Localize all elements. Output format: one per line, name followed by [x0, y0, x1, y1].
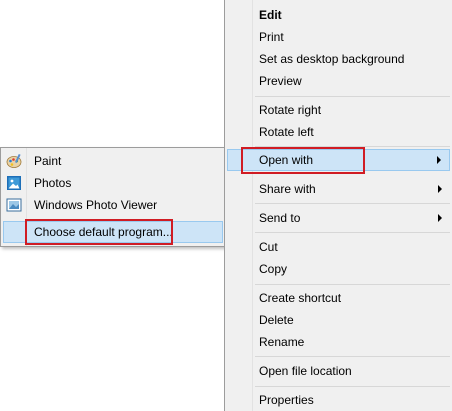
- menu-item-copy-label: Copy: [259, 262, 288, 276]
- submenu-arrow-icon: [437, 156, 441, 164]
- menu-item-copy[interactable]: Copy: [227, 258, 450, 280]
- menu-item-rotate-right[interactable]: Rotate right: [227, 99, 450, 121]
- menu-item-send-to[interactable]: Send to: [227, 207, 450, 229]
- paint-palette-icon: [6, 153, 22, 169]
- menu-item-open-file-location-label: Open file location: [259, 364, 352, 378]
- menu-separator: [255, 96, 450, 97]
- menu-separator: [255, 232, 450, 233]
- submenu-item-windows-photo-viewer[interactable]: Windows Photo Viewer: [3, 194, 223, 216]
- submenu-item-photos[interactable]: Photos: [3, 172, 223, 194]
- submenu-item-paint[interactable]: Paint: [3, 150, 223, 172]
- menu-item-share-with[interactable]: Share with: [227, 178, 450, 200]
- menu-separator: [255, 386, 450, 387]
- menu-item-rename-label: Rename: [259, 335, 305, 349]
- menu-item-delete-label: Delete: [259, 313, 294, 327]
- menu-item-edit[interactable]: Edit: [227, 4, 450, 26]
- menu-item-rename[interactable]: Rename: [227, 331, 450, 353]
- menu-item-create-shortcut-label: Create shortcut: [259, 291, 342, 305]
- photos-icon: [6, 175, 22, 191]
- menu-item-cut-label: Cut: [259, 240, 278, 254]
- menu-item-rotate-left[interactable]: Rotate left: [227, 121, 450, 143]
- menu-item-send-to-label: Send to: [259, 211, 301, 225]
- menu-item-preview-label: Preview: [259, 74, 302, 88]
- menu-item-set-desktop-background[interactable]: Set as desktop background: [227, 48, 450, 70]
- context-menu: Edit Print Set as desktop background Pre…: [224, 0, 452, 411]
- menu-item-rotate-right-label: Rotate right: [259, 103, 322, 117]
- menu-item-rotate-left-label: Rotate left: [259, 125, 314, 139]
- submenu-arrow-icon: [438, 214, 442, 222]
- menu-separator: [255, 203, 450, 204]
- menu-separator: [255, 284, 450, 285]
- menu-item-set-desktop-background-label: Set as desktop background: [259, 52, 405, 66]
- menu-item-create-shortcut[interactable]: Create shortcut: [227, 287, 450, 309]
- menu-separator: [255, 356, 450, 357]
- submenu-item-photos-label: Photos: [34, 176, 72, 190]
- submenu-item-windows-photo-viewer-label: Windows Photo Viewer: [34, 198, 158, 212]
- menu-item-print-label: Print: [259, 30, 284, 44]
- menu-item-properties-label: Properties: [259, 393, 314, 407]
- open-with-highlight-box: [241, 147, 365, 174]
- menu-item-print[interactable]: Print: [227, 26, 450, 48]
- photo-viewer-icon: [6, 197, 22, 213]
- menu-item-open-file-location[interactable]: Open file location: [227, 360, 450, 382]
- menu-item-share-with-label: Share with: [259, 182, 316, 196]
- menu-item-cut[interactable]: Cut: [227, 236, 450, 258]
- menu-item-preview[interactable]: Preview: [227, 70, 450, 92]
- submenu-item-paint-label: Paint: [34, 154, 62, 168]
- choose-default-highlight-box: [25, 219, 173, 245]
- menu-item-properties[interactable]: Properties: [227, 389, 450, 411]
- menu-item-edit-label: Edit: [259, 8, 282, 22]
- menu-item-delete[interactable]: Delete: [227, 309, 450, 331]
- submenu-arrow-icon: [438, 185, 442, 193]
